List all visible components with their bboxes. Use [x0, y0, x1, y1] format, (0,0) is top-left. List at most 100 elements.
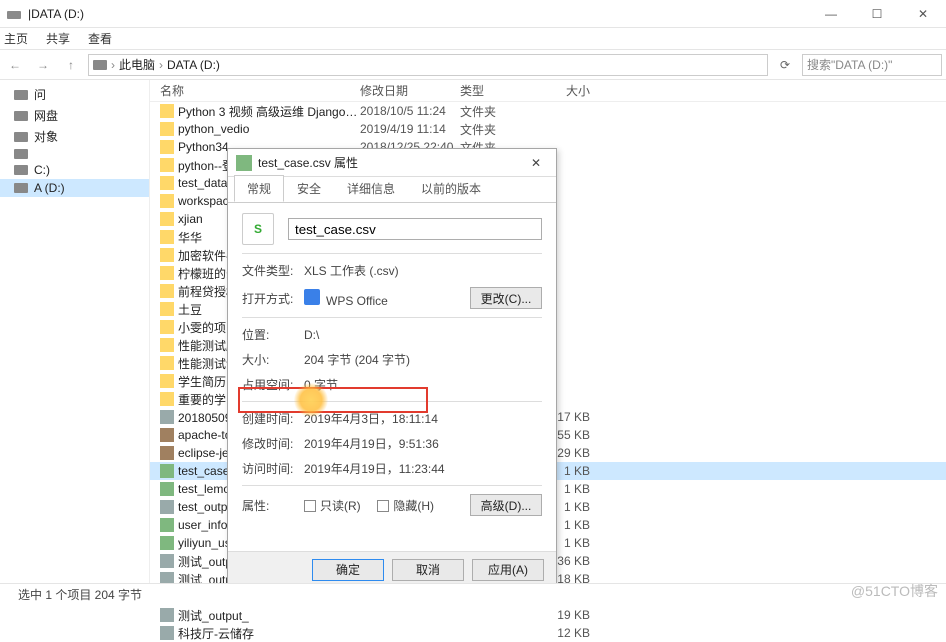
file-icon: [160, 266, 174, 280]
tab-details[interactable]: 详细信息: [334, 175, 408, 202]
dialog-titlebar[interactable]: test_case.csv 属性 ✕: [228, 149, 556, 177]
label-created: 创建时间:: [242, 410, 304, 427]
cancel-button[interactable]: 取消: [392, 559, 464, 581]
sidebar-item[interactable]: 网盘: [0, 105, 149, 126]
file-name: Python 3 视频 高级运维 Django 基础进...: [178, 103, 360, 120]
label-filetype: 文件类型:: [242, 262, 304, 279]
sidebar-item-label: 网盘: [34, 107, 58, 124]
ok-button[interactable]: 确定: [312, 559, 384, 581]
sidebar-item-label: A (D:): [34, 181, 65, 195]
file-icon: [160, 176, 174, 190]
openwith-app: WPS Office: [326, 294, 388, 308]
address-bar[interactable]: › 此电脑 › DATA (D:): [88, 54, 768, 76]
tab-general[interactable]: 常规: [234, 175, 284, 202]
dialog-tabs: 常规 安全 详细信息 以前的版本: [228, 177, 556, 203]
window-maximize[interactable]: ☐: [854, 0, 900, 28]
dialog-title: test_case.csv 属性: [258, 154, 524, 171]
window-title: DATA (D:): [31, 7, 84, 21]
file-name: 科技厅-云储存: [178, 625, 360, 642]
file-row[interactable]: python_vedio2019/4/19 11:14文件夹: [150, 120, 946, 138]
value-filetype: XLS 工作表 (.csv): [304, 262, 542, 279]
col-name[interactable]: 名称: [160, 82, 360, 99]
file-size: 1 KB: [550, 518, 610, 532]
menu-view[interactable]: 查看: [88, 30, 112, 47]
value-location: D:\: [304, 328, 542, 342]
dialog-close[interactable]: ✕: [524, 156, 548, 170]
col-date[interactable]: 修改日期: [360, 82, 460, 99]
filetype-big-icon: S: [242, 213, 274, 245]
tab-previous[interactable]: 以前的版本: [408, 175, 494, 202]
checkbox-hidden[interactable]: [377, 500, 389, 512]
sidebar-item[interactable]: 问: [0, 84, 149, 105]
address-row: ← → ↑ › 此电脑 › DATA (D:) ⟳ 搜索"DATA (D:)": [0, 50, 946, 80]
file-icon: [160, 410, 174, 424]
drive-icon: [14, 149, 28, 159]
menu-share[interactable]: 共享: [46, 30, 70, 47]
file-icon: [160, 446, 174, 460]
refresh-button[interactable]: ⟳: [774, 54, 796, 76]
menu-home[interactable]: 主页: [4, 30, 28, 47]
tab-security[interactable]: 安全: [284, 175, 334, 202]
nav-up[interactable]: ↑: [60, 54, 82, 76]
file-date: 2019/4/19 11:14: [360, 122, 460, 136]
drive-icon: [6, 6, 22, 22]
file-icon: [160, 194, 174, 208]
col-type[interactable]: 类型: [460, 82, 550, 99]
file-icon: [160, 374, 174, 388]
sidebar-item[interactable]: C:): [0, 161, 149, 179]
file-size: 1 KB: [550, 464, 610, 478]
label-location: 位置:: [242, 326, 304, 343]
file-icon: [160, 356, 174, 370]
file-icon: [160, 122, 174, 136]
breadcrumb-drive[interactable]: DATA (D:): [167, 58, 220, 72]
file-row[interactable]: 科技厅-云储存12 KB: [150, 624, 946, 642]
change-button[interactable]: 更改(C)...: [470, 287, 542, 309]
sidebar-item[interactable]: A (D:): [0, 179, 149, 197]
sidebar-item-label: 对象: [34, 128, 58, 145]
sidebar-item[interactable]: [0, 147, 149, 161]
checkbox-readonly[interactable]: [304, 500, 316, 512]
breadcrumb-pc[interactable]: 此电脑: [119, 56, 155, 73]
menu-bar: 主页 共享 查看: [0, 28, 946, 50]
file-row[interactable]: 测试_output_19 KB: [150, 606, 946, 624]
value-accessed: 2019年4月19日，11:23:44: [304, 460, 542, 477]
nav-fwd[interactable]: →: [32, 54, 54, 76]
file-name: python_vedio: [178, 122, 360, 136]
sidebar-item-label: C:): [34, 163, 50, 177]
label-readonly: 只读(R): [320, 499, 361, 513]
label-hidden: 隐藏(H): [393, 499, 434, 513]
file-row[interactable]: Python 3 视频 高级运维 Django 基础进...2018/10/5 …: [150, 102, 946, 120]
filename-input[interactable]: [288, 218, 542, 240]
drive-icon: [14, 111, 28, 121]
sidebar-item-label: 问: [34, 86, 46, 103]
file-icon: [160, 302, 174, 316]
drive-icon: [14, 165, 28, 175]
window-close[interactable]: ✕: [900, 0, 946, 28]
apply-button[interactable]: 应用(A): [472, 559, 544, 581]
col-size[interactable]: 大小: [550, 82, 610, 99]
nav-back[interactable]: ←: [4, 54, 26, 76]
file-icon: [160, 500, 174, 514]
value-openwith: WPS Office: [304, 289, 470, 308]
label-accessed: 访问时间:: [242, 460, 304, 477]
label-attrs: 属性:: [242, 497, 304, 514]
title-bar: | DATA (D:) — ☐ ✕: [0, 0, 946, 28]
file-size: 1 KB: [550, 536, 610, 550]
search-input[interactable]: 搜索"DATA (D:)": [802, 54, 942, 76]
file-icon: [160, 554, 174, 568]
value-sizeondisk: 0 字节: [304, 376, 542, 393]
drive-icon: [14, 90, 28, 100]
advanced-button[interactable]: 高级(D)...: [470, 494, 542, 516]
file-size: 36 KB: [550, 554, 610, 568]
wps-icon: [304, 289, 320, 305]
window-minimize[interactable]: —: [808, 0, 854, 28]
drive-icon: [14, 132, 28, 142]
attrs-group: 只读(R) 隐藏(H): [304, 497, 470, 514]
file-icon: [160, 158, 174, 172]
properties-dialog: test_case.csv 属性 ✕ 常规 安全 详细信息 以前的版本 S 文件…: [227, 148, 557, 588]
file-icon: [160, 464, 174, 478]
sidebar-item[interactable]: 对象: [0, 126, 149, 147]
file-size: 19 KB: [550, 608, 610, 622]
file-icon: [160, 482, 174, 496]
file-icon: [160, 104, 174, 118]
